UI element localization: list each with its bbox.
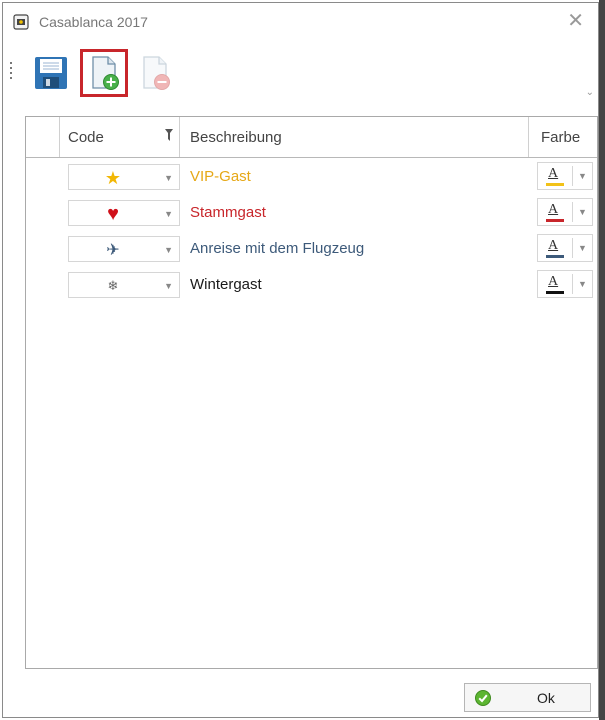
add-button[interactable] [80,49,128,97]
chevron-down-icon[interactable]: ▼ [578,243,587,253]
divider [572,274,573,294]
column-header-description-label: Beschreibung [190,128,282,146]
heart-icon: ♥ [107,202,119,225]
color-swatch [546,219,564,222]
checkmark-icon [475,690,491,706]
star-icon: ★ [104,167,122,188]
toolbar-overflow-icon[interactable]: ⌄ [586,87,594,98]
table-row[interactable]: ✈ ▼ Anreise mit dem Flugzeug A ▼ [26,230,597,266]
save-button[interactable] [27,49,75,97]
color-swatch [546,291,564,294]
close-icon[interactable]: ✕ [567,11,584,31]
window-title: Casablanca 2017 [39,14,148,30]
color-picker[interactable]: A ▼ [537,198,593,226]
column-header-code-label: Code [68,128,104,146]
code-dropdown[interactable]: ✈ ▼ [68,236,180,262]
document-remove-icon [143,56,170,90]
chevron-down-icon[interactable]: ▼ [578,279,587,289]
description-text[interactable]: VIP-Gast [190,168,251,185]
column-header-color-label: Farbe [541,128,581,146]
table-row[interactable]: ★ ▼ VIP-Gast A ▼ [26,158,597,194]
description-text[interactable]: Anreise mit dem Flugzeug [190,240,364,257]
filter-icon[interactable] [165,129,173,141]
description-text[interactable]: Stammgast [190,204,266,221]
grid-header: Code Beschreibung Farbe [26,117,597,158]
code-dropdown[interactable]: ★ ▼ [68,164,180,190]
chevron-down-icon[interactable]: ▼ [164,281,173,291]
window-edge [599,0,605,720]
code-grid: Code Beschreibung Farbe ★ ▼ VIP-Gast A ▼… [25,116,598,669]
ok-button[interactable]: Ok [464,683,591,712]
divider [572,202,573,222]
chevron-down-icon[interactable]: ▼ [164,245,173,255]
dialog-footer: Ok [3,671,598,719]
font-color-icon: A [548,166,559,181]
chevron-down-icon[interactable]: ▼ [578,171,587,181]
color-swatch [546,183,564,186]
chevron-down-icon[interactable]: ▼ [164,173,173,183]
column-header-color[interactable]: Farbe [529,117,599,157]
row-indicator-header [26,117,60,157]
floppy-disk-icon [35,57,67,89]
airplane-icon: ✈ [106,242,120,259]
code-dropdown[interactable]: ❄ ▼ [68,272,180,298]
color-picker[interactable]: A ▼ [537,270,593,298]
table-row[interactable]: ♥ ▼ Stammgast A ▼ [26,194,597,230]
divider [572,238,573,258]
font-color-icon: A [548,202,559,217]
divider [572,166,573,186]
new-document-add-icon [92,56,119,90]
app-icon [13,14,29,30]
snowflake-icon: ❄ [107,278,119,293]
font-color-icon: A [548,274,559,289]
title-bar: Casablanca 2017 ✕ [3,3,598,43]
dialog-window: Casablanca 2017 ✕ ⌄ Code Beschreibung Fa… [2,2,599,718]
font-color-icon: A [548,238,559,253]
toolbar: ⌄ [3,43,598,103]
remove-button[interactable] [131,49,179,97]
color-picker[interactable]: A ▼ [537,162,593,190]
color-picker[interactable]: A ▼ [537,234,593,262]
ok-button-label: Ok [537,690,555,706]
toolbar-grip[interactable] [9,59,13,85]
table-row[interactable]: ❄ ▼ Wintergast A ▼ [26,266,597,302]
chevron-down-icon[interactable]: ▼ [578,207,587,217]
code-dropdown[interactable]: ♥ ▼ [68,200,180,226]
column-header-code[interactable]: Code [60,117,180,157]
color-swatch [546,255,564,258]
description-text[interactable]: Wintergast [190,276,262,293]
column-header-description[interactable]: Beschreibung [180,117,529,157]
chevron-down-icon[interactable]: ▼ [164,209,173,219]
